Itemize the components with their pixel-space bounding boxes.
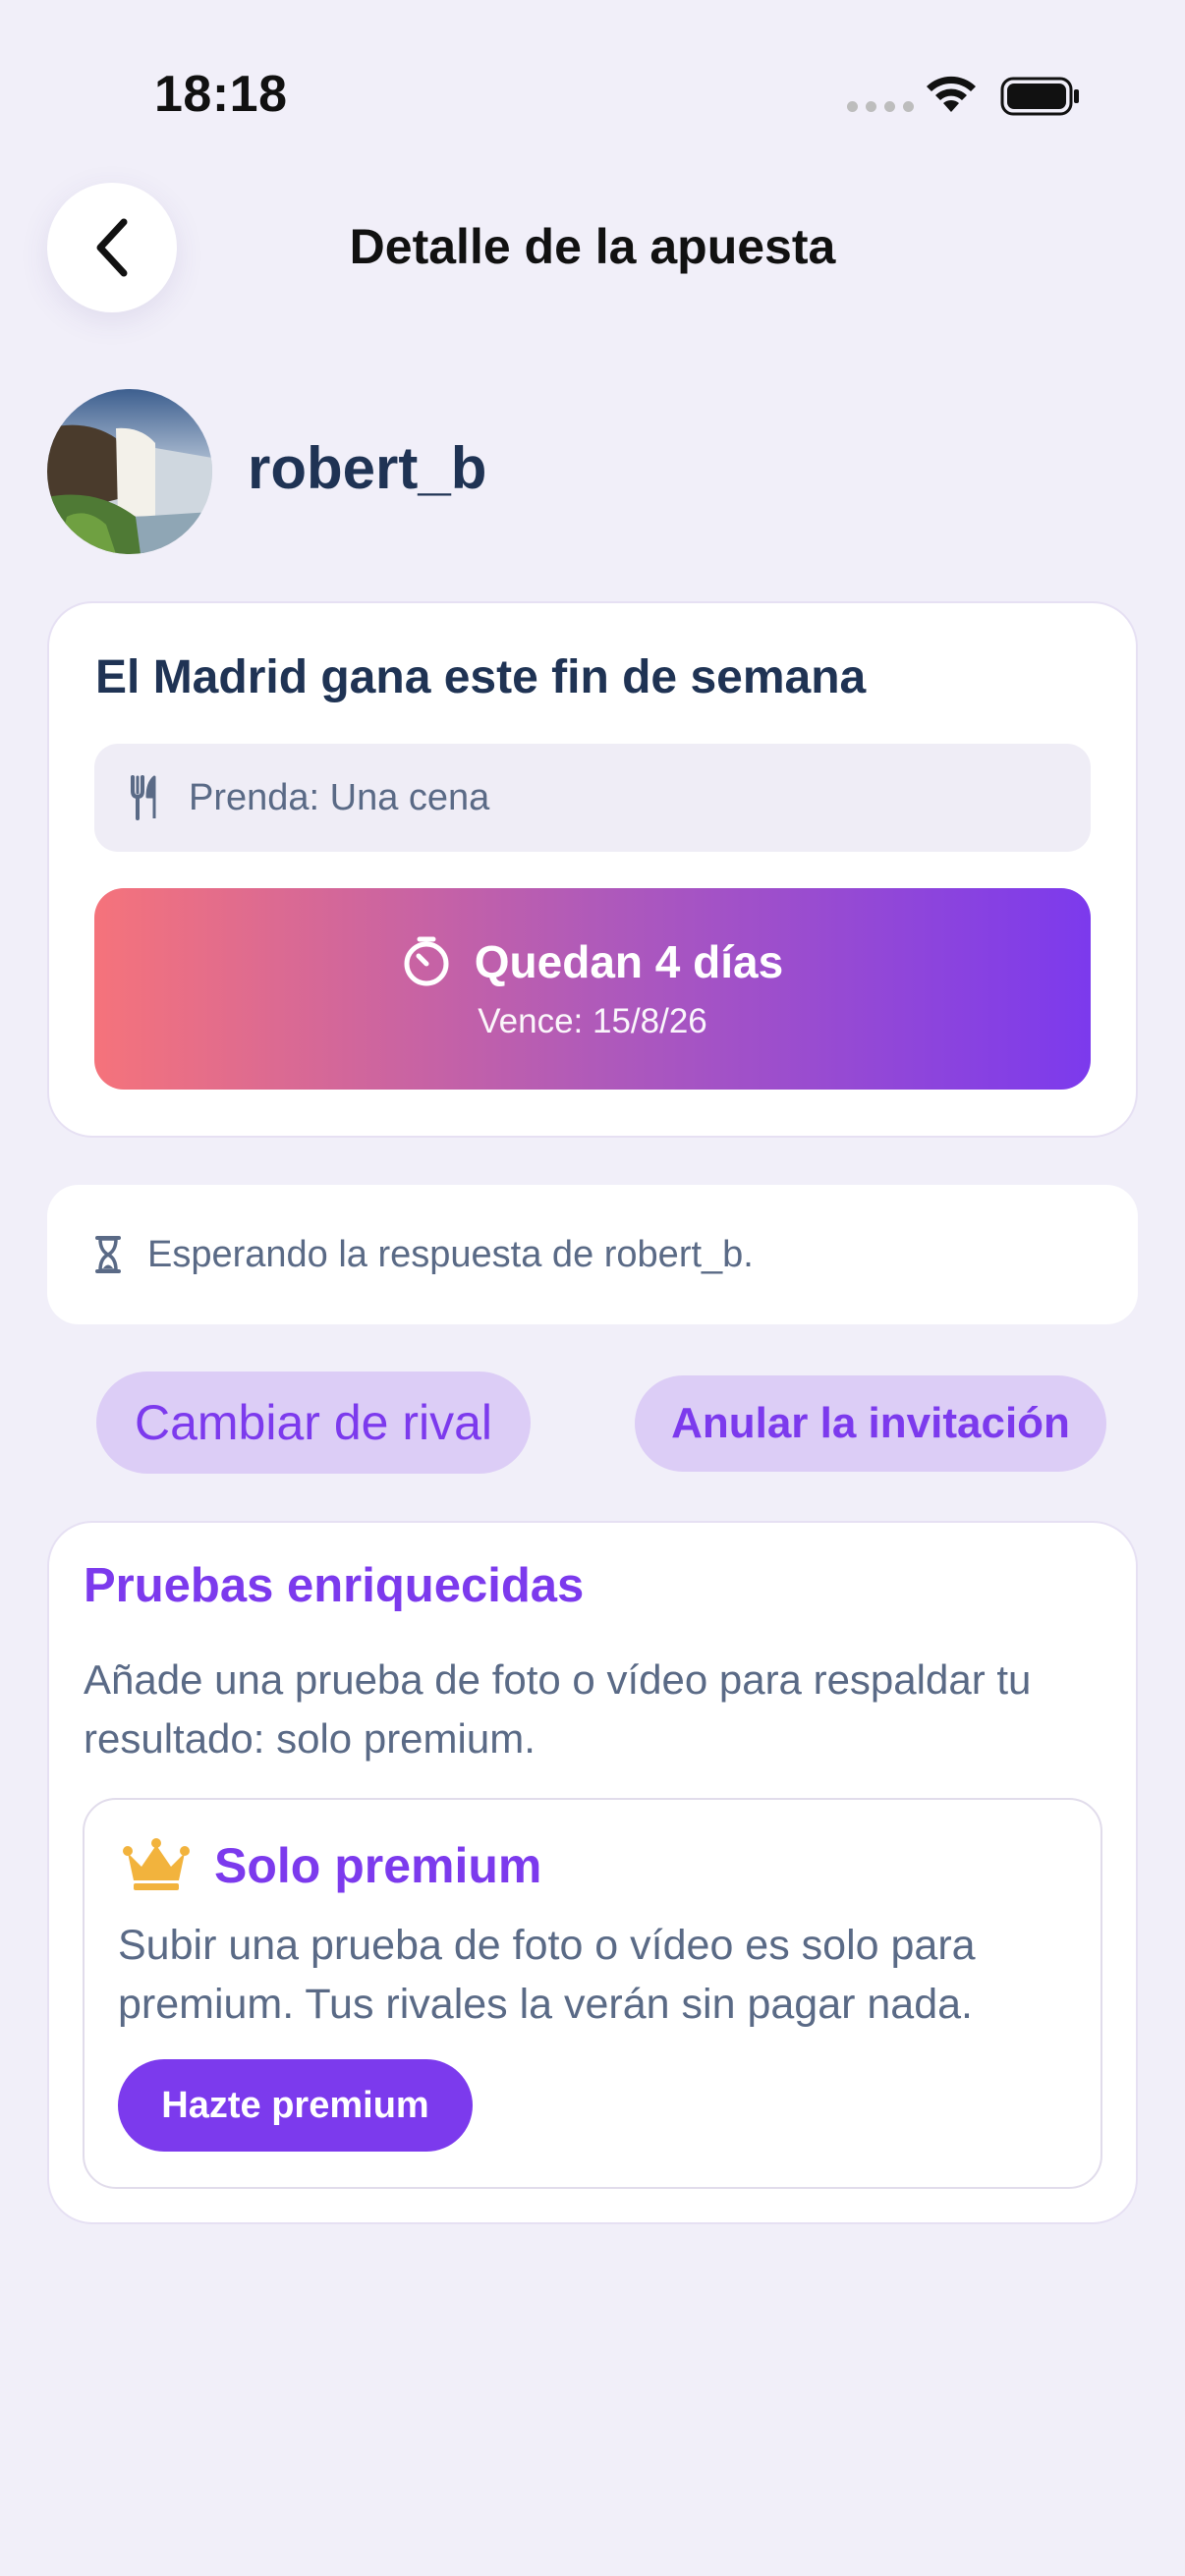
premium-description: Subir una prueba de foto o vídeo es solo… [118,1922,976,2028]
avatar[interactable] [47,389,212,554]
cellular-icon [847,101,914,112]
evidence-title: Pruebas enriquecidas [84,1559,585,1612]
due-date: Vence: 15/8/26 [478,1002,707,1040]
username: robert_b [248,435,487,501]
bet-title: El Madrid gana este fin de semana [95,651,867,703]
change-rival-button[interactable]: Cambiar de rival [96,1372,531,1474]
waiting-notice: Esperando la respuesta de robert_b. [47,1185,1138,1324]
evidence-description: Añade una prueba de foto o vídeo para re… [84,1656,1032,1762]
hourglass-icon [94,1235,122,1274]
stake-text: Prenda: Una cena [189,776,490,818]
page-title: Detalle de la apuesta [349,219,836,274]
timer-icon [402,936,451,987]
go-premium-button[interactable]: Hazte premium [118,2059,473,2152]
waiting-text: Esperando la respuesta de robert_b. [147,1233,754,1275]
countdown-banner: Quedan 4 días Vence: 15/8/26 [94,888,1091,1090]
status-time: 18:18 [154,66,288,123]
countdown-label: Quedan 4 días [474,936,784,987]
wifi-icon [924,73,979,121]
battery-icon [1000,75,1081,123]
cancel-invitation-button[interactable]: Anular la invitación [635,1375,1106,1472]
fork-knife-icon [130,775,159,820]
crown-icon [122,1837,191,1897]
stake-box: Prenda: Una cena [94,744,1091,852]
premium-title: Solo premium [214,1838,542,1893]
